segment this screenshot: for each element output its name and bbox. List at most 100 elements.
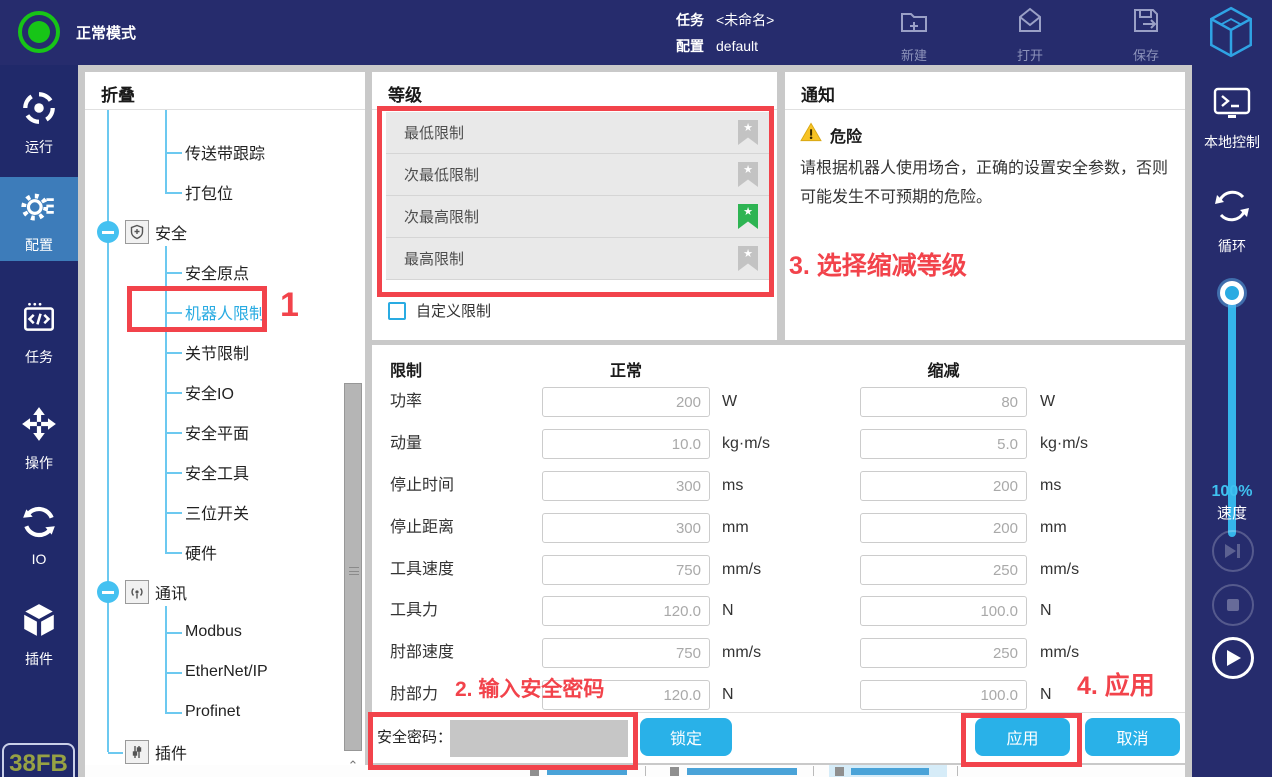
nav-config[interactable]: 配置: [0, 177, 78, 261]
play-button[interactable]: [1212, 637, 1254, 679]
bookmark-icon: ★: [738, 120, 758, 145]
level-option-lowest[interactable]: 最低限制 ★: [386, 112, 770, 154]
local-control[interactable]: 本地控制: [1192, 85, 1272, 152]
open-file-icon: [1013, 4, 1047, 43]
tree-item-ethernet-ip[interactable]: EtherNet/IP: [85, 652, 365, 692]
limit-row-tool-force: 工具力 N N: [372, 596, 1185, 626]
checkbox[interactable]: [388, 302, 406, 320]
tree-item-modbus[interactable]: Modbus: [85, 612, 365, 652]
password-label: 安全密码：: [377, 719, 452, 757]
step-button[interactable]: [1212, 530, 1254, 572]
tree-item-profinet[interactable]: Profinet: [85, 692, 365, 732]
collapse-minus-icon[interactable]: [97, 581, 119, 603]
robot-status-icon[interactable]: [18, 11, 60, 53]
stop-time-reduced-input[interactable]: [860, 471, 1027, 501]
run-icon: [20, 89, 58, 130]
safety-password-input[interactable]: [450, 720, 628, 757]
level-option-second-lowest[interactable]: 次最低限制 ★: [386, 154, 770, 196]
tree-item-safety[interactable]: 安全: [85, 212, 365, 252]
limit-row-momentum: 动量 kg·m/s kg·m/s: [372, 429, 1185, 459]
level-panel-title: 等级: [372, 72, 777, 110]
tool-force-reduced-input[interactable]: [860, 596, 1027, 626]
tree-item-robot-limits[interactable]: 机器人限制: [85, 292, 365, 332]
speed-slider-knob[interactable]: [1220, 281, 1244, 305]
col-limit: 限制: [390, 357, 422, 381]
tree-item-three-position-switch[interactable]: 三位开关: [85, 492, 365, 532]
tree-item-safety-io[interactable]: 安全IO: [85, 372, 365, 412]
level-option-highest[interactable]: 最高限制 ★: [386, 238, 770, 280]
warning-icon: [800, 122, 822, 147]
sliders-icon: [125, 740, 149, 764]
limit-row-stop-distance: 停止距离 mm mm: [372, 513, 1185, 543]
taskbar-item-active[interactable]: [829, 765, 947, 777]
tree-item-conveyor[interactable]: 传送带跟踪: [85, 132, 365, 172]
config-label: 配置: [676, 33, 704, 59]
taskbar-icon[interactable]: [530, 767, 539, 776]
elbow-force-reduced-input[interactable]: [860, 680, 1027, 710]
tree-item-safety-plane[interactable]: 安全平面: [85, 412, 365, 452]
custom-limit-checkbox-row[interactable]: 自定义限制: [388, 300, 491, 321]
stop-distance-reduced-input[interactable]: [860, 513, 1027, 543]
power-normal-input[interactable]: [542, 387, 710, 417]
tree-item-joint-limits[interactable]: 关节限制: [85, 332, 365, 372]
stop-time-normal-input[interactable]: [542, 471, 710, 501]
tool-force-normal-input[interactable]: [542, 596, 710, 626]
limit-row-tool-speed: 工具速度 mm/s mm/s: [372, 555, 1185, 585]
momentum-normal-input[interactable]: [542, 429, 710, 459]
limit-row-elbow-speed: 肘部速度 mm/s mm/s: [372, 638, 1185, 668]
code-icon: [20, 299, 58, 340]
apply-button[interactable]: 应用: [975, 718, 1070, 756]
loop-mode[interactable]: 循环: [1192, 185, 1272, 256]
mode-label: 正常模式: [76, 22, 136, 43]
momentum-reduced-input[interactable]: [860, 429, 1027, 459]
collapse-minus-icon[interactable]: [97, 221, 119, 243]
save-icon: [1129, 4, 1163, 43]
tree-panel-title[interactable]: 折叠: [85, 72, 365, 110]
task-config-meta: 任务<未命名> 配置default: [676, 7, 774, 59]
bookmark-selected-icon: ★: [738, 204, 758, 229]
bookmark-icon: ★: [738, 162, 758, 187]
taskbar-item[interactable]: [547, 768, 627, 775]
open-button[interactable]: 打开: [996, 4, 1064, 64]
tree-item-communication[interactable]: 通讯: [85, 572, 365, 612]
notice-panel: 通知 危险 请根据机器人使用场合，正确的设置安全参数，否则可能发生不可预期的危险…: [785, 72, 1185, 340]
stop-button[interactable]: [1212, 584, 1254, 626]
scrollbar-thumb[interactable]: [344, 383, 362, 751]
elbow-speed-reduced-input[interactable]: [860, 638, 1027, 668]
elbow-speed-normal-input[interactable]: [542, 638, 710, 668]
stop-distance-normal-input[interactable]: [542, 513, 710, 543]
tree-item-safety-home[interactable]: 安全原点: [85, 252, 365, 292]
power-reduced-input[interactable]: [860, 387, 1027, 417]
tree-scrollbar[interactable]: ⌃ ⌄: [344, 375, 362, 772]
col-reduced: 缩减: [860, 357, 1027, 381]
cancel-button[interactable]: 取消: [1085, 718, 1180, 756]
nav-jog[interactable]: 操作: [0, 395, 78, 483]
tool-speed-reduced-input[interactable]: [860, 555, 1027, 585]
taskbar-icon[interactable]: [670, 767, 679, 776]
tool-speed-normal-input[interactable]: [542, 555, 710, 585]
divider: [372, 712, 1185, 713]
limits-panel: 限制 正常 缩减 功率 W W 动量 kg·m/s kg·m/s 停止时间 ms…: [372, 345, 1185, 763]
level-option-second-highest[interactable]: 次最高限制 ★: [386, 196, 770, 238]
tree-item-plugin[interactable]: 插件: [85, 732, 365, 772]
elbow-force-normal-input[interactable]: [542, 680, 710, 710]
nav-task[interactable]: 任务: [0, 289, 78, 377]
scroll-up-icon[interactable]: ⌃: [344, 757, 362, 772]
nav-run[interactable]: 运行: [0, 79, 78, 167]
new-folder-icon: [897, 4, 931, 43]
limit-row-power: 功率 W W: [372, 387, 1185, 417]
tree-item-pallet[interactable]: 打包位: [85, 172, 365, 212]
io-cycle-icon: [20, 503, 58, 544]
new-button[interactable]: 新建: [880, 4, 948, 64]
col-normal: 正常: [542, 357, 710, 381]
tree-item-safety-tool[interactable]: 安全工具: [85, 452, 365, 492]
tree-item-hardware[interactable]: 硬件: [85, 532, 365, 572]
nav-io[interactable]: IO: [0, 493, 78, 577]
antenna-icon: [125, 580, 149, 604]
lock-button[interactable]: 锁定: [640, 718, 732, 756]
nav-plugin[interactable]: 插件: [0, 591, 78, 679]
taskbar-item[interactable]: [687, 768, 797, 775]
speed-label: 速度: [1192, 502, 1272, 523]
save-button[interactable]: 保存: [1112, 4, 1180, 64]
task-label: 任务: [676, 7, 704, 33]
